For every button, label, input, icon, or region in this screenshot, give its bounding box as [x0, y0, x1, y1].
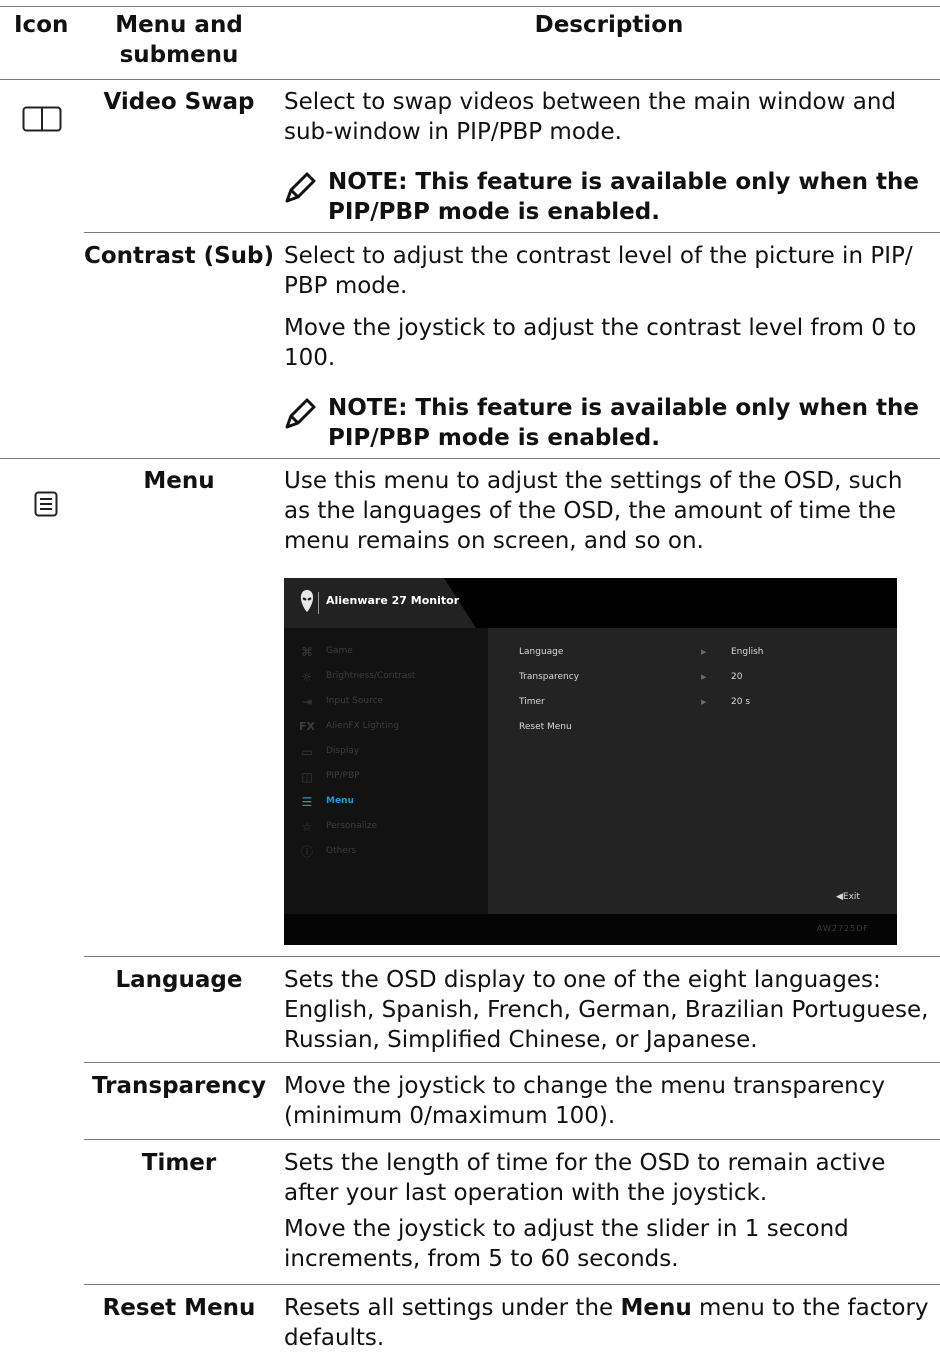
osd-menu-item-menu[interactable]: ☰ Menu: [298, 793, 483, 813]
pip-split-icon: ◫: [301, 770, 313, 784]
pip-split-icon: [22, 106, 62, 140]
osd-menu-item-label: Menu: [326, 796, 354, 806]
osd-menu-item-label: Display: [326, 746, 360, 756]
note-text: NOTE: This feature is available only whe…: [328, 393, 928, 453]
osd-title: Alienware 27 Monitor: [326, 594, 460, 607]
header-menu-line1: Menu and: [115, 12, 243, 38]
menu-list-icon: [34, 491, 58, 521]
row-label-transparency: Transparency: [91, 1073, 267, 1099]
note-contrast-sub: NOTE: This feature is available only whe…: [284, 393, 934, 453]
osd-model-name: AW2725DF: [816, 924, 869, 933]
note-line-1: NOTE: This feature is available only whe…: [328, 395, 919, 421]
osd-title-separator: [318, 592, 319, 614]
row-desc-timer-2: Move the joystick to adjust the slider i…: [284, 1216, 849, 1272]
section-rule: [0, 458, 940, 459]
row-label-menu: Menu: [143, 468, 215, 494]
osd-screenshot: Alienware 27 Monitor ⌘ Game ☼ Brightness…: [284, 578, 897, 945]
osd-menu-item-pip-pbp[interactable]: ◫ PIP/PBP: [298, 768, 483, 788]
osd-right-arrow-icon: ▶: [701, 698, 707, 706]
row-label-reset-menu: Reset Menu: [102, 1295, 256, 1321]
osd-exit-button[interactable]: ◀Exit: [836, 892, 860, 902]
osd-menu-item-input-source[interactable]: ⇥ Input Source: [298, 693, 483, 713]
osd-value-timer: 20 s: [731, 697, 751, 707]
header-icon: Icon: [14, 12, 69, 38]
menu-list-icon: ☰: [301, 795, 313, 809]
header-description: Description: [534, 12, 684, 38]
osd-value-language: English: [731, 647, 764, 657]
osd-setting-language[interactable]: Language: [519, 647, 563, 657]
fx-icon: FX: [299, 720, 315, 733]
osd-menu-item-label: Others: [326, 846, 357, 856]
reset-desc-bold: Menu: [620, 1295, 692, 1321]
osd-footer: [284, 914, 897, 945]
monitor-icon: ▭: [301, 745, 313, 759]
note-pencil-icon: [285, 398, 316, 429]
row-rule: [84, 1062, 940, 1063]
osd-value-transparency: 20: [731, 672, 743, 682]
sun-icon: ☼: [301, 670, 313, 684]
row-rule: [84, 1284, 940, 1285]
osd-menu-item-others[interactable]: ⓘ Others: [298, 843, 483, 863]
star-icon: ☆: [301, 820, 313, 834]
row-desc-timer-1: Sets the length of time for the OSD to r…: [284, 1150, 886, 1206]
gamepad-icon: ⌘: [301, 645, 313, 659]
reset-desc-pre: Resets all settings under the: [284, 1295, 621, 1321]
osd-setting-reset-menu[interactable]: Reset Menu: [519, 722, 572, 732]
note-pencil-icon: [285, 172, 316, 203]
alien-head-logo-icon: [300, 589, 314, 617]
row-label-contrast-sub: Contrast (Sub): [84, 243, 275, 269]
osd-right-arrow-icon: ▶: [701, 673, 707, 681]
note-text: NOTE: This feature is available only whe…: [328, 167, 928, 227]
note-line-2: PIP/PBP mode is enabled.: [328, 199, 660, 225]
note-video-swap: NOTE: This feature is available only whe…: [284, 167, 934, 227]
osd-menu-item-brightness-contrast[interactable]: ☼ Brightness/Contrast: [298, 668, 483, 688]
note-line-2: PIP/PBP mode is enabled.: [328, 425, 660, 451]
osd-menu-item-game[interactable]: ⌘ Game: [298, 643, 483, 663]
osd-menu-item-alienfx-lighting[interactable]: FX AlienFX Lighting: [298, 718, 483, 738]
row-desc-language: Sets the OSD display to one of the eight…: [284, 967, 929, 1053]
osd-menu-item-label: PIP/PBP: [326, 771, 360, 781]
row-label-video-swap: Video Swap: [103, 89, 255, 115]
row-desc-menu: Use this menu to adjust the settings of …: [284, 468, 903, 554]
header-menu-submenu: Menu and submenu: [102, 10, 256, 70]
osd-menu-item-label: Personalize: [326, 821, 378, 831]
note-line-1: NOTE: This feature is available only whe…: [328, 169, 919, 195]
row-desc-contrast-sub-1: Select to adjust the contrast level of t…: [284, 243, 913, 299]
row-rule: [84, 956, 940, 957]
row-desc-transparency: Move the joystick to change the menu tra…: [284, 1073, 885, 1129]
osd-menu-item-personalize[interactable]: ☆ Personalize: [298, 818, 483, 838]
row-label-timer: Timer: [141, 1150, 217, 1176]
osd-setting-transparency[interactable]: Transparency: [519, 672, 579, 682]
row-desc-video-swap: Select to swap videos between the main w…: [284, 89, 897, 145]
row-desc-reset-menu: Resets all settings under the Menu menu …: [284, 1293, 934, 1353]
input-arrow-icon: ⇥: [301, 695, 313, 709]
osd-right-arrow-icon: ▶: [701, 648, 707, 656]
row-rule: [84, 1139, 940, 1140]
header-menu-line2: submenu: [119, 42, 239, 68]
osd-menu-item-display[interactable]: ▭ Display: [298, 743, 483, 763]
osd-menu-item-label: AlienFX Lighting: [326, 721, 399, 731]
info-icon: ⓘ: [300, 845, 313, 859]
row-desc-contrast-sub-2: Move the joystick to adjust the contrast…: [284, 315, 917, 371]
table-top-rule: [0, 6, 940, 7]
osd-setting-timer[interactable]: Timer: [519, 697, 545, 707]
header-bottom-rule: [0, 79, 940, 80]
osd-menu-item-label: Input Source: [326, 696, 384, 706]
osd-menu-item-label: Brightness/Contrast: [326, 671, 416, 681]
osd-menu-item-label: Game: [326, 646, 353, 656]
row-label-language: Language: [115, 967, 243, 993]
row-rule: [84, 232, 940, 233]
